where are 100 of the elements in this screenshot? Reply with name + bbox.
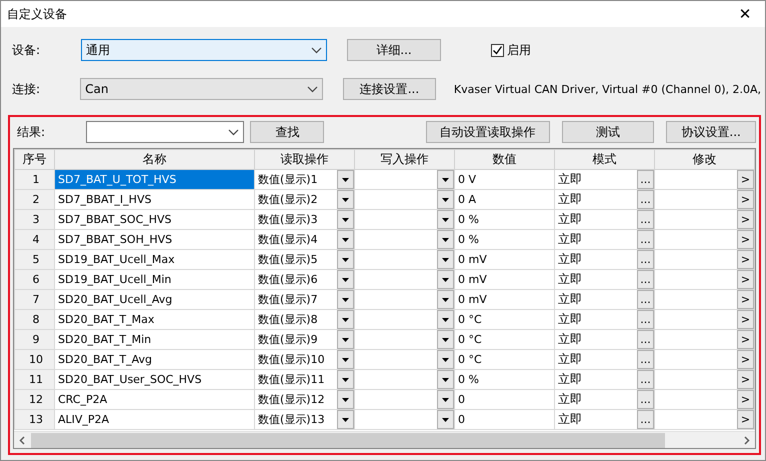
edit-button[interactable]: > bbox=[737, 170, 754, 189]
dropdown-button[interactable] bbox=[337, 270, 354, 289]
dropdown-button[interactable] bbox=[337, 250, 354, 269]
name-cell[interactable]: ALIV_P2A bbox=[54, 410, 254, 430]
name-cell[interactable]: SD7_BBAT_SOH_HVS bbox=[54, 230, 254, 250]
read-op-text: 数值(显示)4 bbox=[258, 232, 318, 247]
mode-button[interactable]: ... bbox=[637, 330, 654, 349]
name-cell[interactable]: SD7_BBAT_I_HVS bbox=[54, 190, 254, 210]
edit-button[interactable]: > bbox=[737, 410, 754, 429]
mode-button[interactable]: ... bbox=[637, 210, 654, 229]
row-number: 1 bbox=[14, 170, 54, 190]
name-cell[interactable]: SD20_BAT_User_SOC_HVS bbox=[54, 370, 254, 390]
dropdown-button[interactable] bbox=[437, 370, 454, 389]
name-cell[interactable]: CRC_P2A bbox=[54, 390, 254, 410]
column-header[interactable]: 数值 bbox=[454, 150, 554, 170]
edit-button[interactable]: > bbox=[737, 270, 754, 289]
dropdown-button[interactable] bbox=[337, 230, 354, 249]
name-cell[interactable]: SD19_BAT_Ucell_Max bbox=[54, 250, 254, 270]
connection-settings-button[interactable]: 连接设置... bbox=[343, 78, 436, 100]
result-dropdown[interactable] bbox=[86, 121, 244, 143]
mode-text: 立即 bbox=[558, 271, 582, 288]
dropdown-button[interactable] bbox=[437, 270, 454, 289]
edit-button[interactable]: > bbox=[737, 210, 754, 229]
name-cell[interactable]: SD7_BAT_U_TOT_HVS bbox=[54, 170, 254, 190]
close-button[interactable]: ✕ bbox=[725, 1, 765, 27]
details-button[interactable]: 详细... bbox=[347, 39, 441, 61]
dropdown-button[interactable] bbox=[437, 290, 454, 309]
edit-button[interactable]: > bbox=[737, 390, 754, 409]
mode-button[interactable]: ... bbox=[637, 370, 654, 389]
name-cell[interactable]: SD20_BAT_Ucell_Avg bbox=[54, 290, 254, 310]
mode-text: 立即 bbox=[558, 311, 582, 328]
dropdown-button[interactable] bbox=[437, 390, 454, 409]
mode-button[interactable]: ... bbox=[637, 170, 654, 189]
name-cell[interactable]: SD7_BBAT_SOC_HVS bbox=[54, 210, 254, 230]
auto-read-button[interactable]: 自动设置读取操作 bbox=[426, 121, 550, 143]
caret-icon bbox=[442, 318, 449, 322]
dropdown-button[interactable] bbox=[337, 330, 354, 349]
row-number: 3 bbox=[14, 210, 54, 230]
dropdown-button[interactable] bbox=[337, 410, 354, 429]
dropdown-button[interactable] bbox=[337, 190, 354, 209]
caret-icon bbox=[342, 378, 349, 382]
dropdown-button[interactable] bbox=[337, 210, 354, 229]
mode-button[interactable]: ... bbox=[637, 190, 654, 209]
scroll-thumb[interactable] bbox=[31, 432, 665, 448]
edit-button[interactable]: > bbox=[737, 330, 754, 349]
dropdown-button[interactable] bbox=[437, 350, 454, 369]
edit-button[interactable]: > bbox=[737, 190, 754, 209]
edit-button[interactable]: > bbox=[737, 250, 754, 269]
edit-button[interactable]: > bbox=[737, 230, 754, 249]
column-header[interactable]: 修改 bbox=[654, 150, 754, 170]
mode-button[interactable]: ... bbox=[637, 230, 654, 249]
mode-button[interactable]: ... bbox=[637, 350, 654, 369]
column-header[interactable]: 写入操作 bbox=[354, 150, 454, 170]
dropdown-button[interactable] bbox=[337, 350, 354, 369]
mode-button[interactable]: ... bbox=[637, 250, 654, 269]
read-op-text: 数值(显示)1 bbox=[258, 172, 318, 187]
column-header[interactable]: 模式 bbox=[554, 150, 654, 170]
mode-button[interactable]: ... bbox=[637, 270, 654, 289]
mode-button[interactable]: ... bbox=[637, 310, 654, 329]
edit-button[interactable]: > bbox=[737, 290, 754, 309]
horizontal-scrollbar[interactable] bbox=[14, 431, 755, 448]
mode-button[interactable]: ... bbox=[637, 410, 654, 429]
dropdown-button[interactable] bbox=[337, 370, 354, 389]
dropdown-button[interactable] bbox=[437, 170, 454, 189]
mode-text: 立即 bbox=[558, 231, 582, 248]
dropdown-button[interactable] bbox=[437, 310, 454, 329]
dropdown-button[interactable] bbox=[437, 330, 454, 349]
read-op-text: 数值(显示)13 bbox=[258, 412, 325, 427]
dropdown-button[interactable] bbox=[337, 310, 354, 329]
protocol-settings-button[interactable]: 协议设置... bbox=[666, 121, 756, 143]
caret-icon bbox=[442, 378, 449, 382]
dropdown-button[interactable] bbox=[437, 210, 454, 229]
dropdown-button[interactable] bbox=[437, 410, 454, 429]
mode-text: 立即 bbox=[558, 171, 582, 188]
name-cell[interactable]: SD20_BAT_T_Max bbox=[54, 310, 254, 330]
dropdown-button[interactable] bbox=[337, 290, 354, 309]
connection-dropdown[interactable]: Can bbox=[80, 78, 324, 100]
edit-button[interactable]: > bbox=[737, 310, 754, 329]
dropdown-button[interactable] bbox=[337, 170, 354, 189]
dropdown-button[interactable] bbox=[337, 390, 354, 409]
enable-checkbox[interactable] bbox=[491, 44, 504, 56]
column-header[interactable]: 名称 bbox=[54, 150, 254, 170]
find-button[interactable]: 查找 bbox=[250, 121, 324, 143]
dropdown-button[interactable] bbox=[437, 190, 454, 209]
mode-button[interactable]: ... bbox=[637, 290, 654, 309]
name-cell[interactable]: SD20_BAT_T_Avg bbox=[54, 350, 254, 370]
name-cell[interactable]: SD20_BAT_T_Min bbox=[54, 330, 254, 350]
name-cell[interactable]: SD19_BAT_Ucell_Min bbox=[54, 270, 254, 290]
column-header[interactable]: 序号 bbox=[14, 150, 54, 170]
edit-button[interactable]: > bbox=[737, 370, 754, 389]
dropdown-button[interactable] bbox=[437, 250, 454, 269]
value-cell: 0 °C bbox=[454, 330, 554, 350]
chevron-down-icon bbox=[228, 128, 240, 136]
edit-button[interactable]: > bbox=[737, 350, 754, 369]
mode-button[interactable]: ... bbox=[637, 390, 654, 409]
test-button[interactable]: 测试 bbox=[562, 121, 654, 143]
column-header[interactable]: 读取操作 bbox=[254, 150, 354, 170]
dropdown-button[interactable] bbox=[437, 230, 454, 249]
row-number: 9 bbox=[14, 330, 54, 350]
device-dropdown[interactable]: 通用 bbox=[81, 39, 327, 61]
